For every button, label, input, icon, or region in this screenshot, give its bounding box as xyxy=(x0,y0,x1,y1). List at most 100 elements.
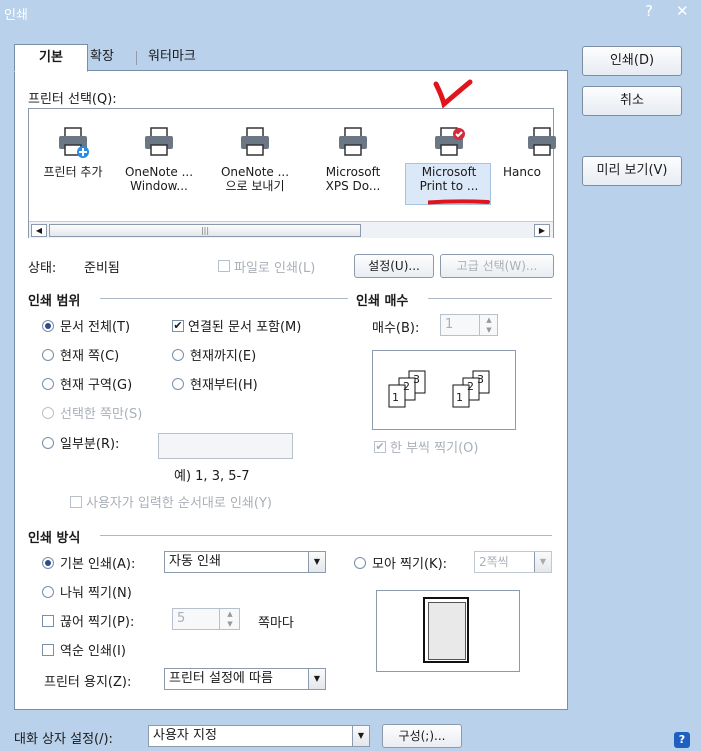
reverse-label: 역순 인쇄(I) xyxy=(60,644,126,659)
scroll-thumb[interactable]: ||| xyxy=(49,224,361,237)
current-section-radio[interactable] xyxy=(42,378,54,390)
add-printer-icon xyxy=(59,127,89,158)
printer-select-label: 프린터 선택(Q): xyxy=(28,92,117,107)
settings-button[interactable]: 설정(U)... xyxy=(354,254,434,278)
basic-print-label: 기본 인쇄(A): xyxy=(60,557,136,572)
close-icon[interactable]: ✕ xyxy=(676,2,689,20)
paper-select[interactable]: 프린터 설정에 따름 ▼ xyxy=(164,668,326,690)
partial-label: 일부분(R): xyxy=(60,437,120,452)
divider xyxy=(100,535,552,536)
user-order-checkbox[interactable] xyxy=(70,496,82,508)
help-icon[interactable]: ? xyxy=(674,732,690,748)
tab-basic[interactable]: 기본 xyxy=(14,44,88,72)
page-preview xyxy=(423,597,469,663)
status-label: 상태: xyxy=(28,261,57,276)
cut-label: 끊어 찍기(P): xyxy=(60,615,135,630)
config-button[interactable]: 구성(;)... xyxy=(382,724,462,748)
collate-pages-icon xyxy=(388,370,490,408)
printer-icon xyxy=(145,127,173,156)
paper-label: 프린터 용지(Z): xyxy=(44,675,132,690)
combine-select[interactable]: 2쪽씩 ▼ xyxy=(474,551,552,573)
printer-item-line2: Window... xyxy=(130,179,188,193)
paper-value: 프린터 설정에 따름 xyxy=(169,671,273,686)
title-bar xyxy=(0,0,701,26)
printer-icon xyxy=(339,127,367,156)
collate-page-number: 2 xyxy=(403,380,410,393)
reverse-checkbox[interactable] xyxy=(42,644,54,656)
scroll-left-icon[interactable]: ◀ xyxy=(31,224,47,237)
spinner-arrows-icon[interactable]: ▲ ▼ xyxy=(219,609,240,629)
partial-radio[interactable] xyxy=(42,437,54,449)
up-to-current-radio[interactable] xyxy=(172,349,184,361)
basic-print-value: 자동 인쇄 xyxy=(169,554,221,569)
partial-input[interactable] xyxy=(158,433,293,459)
combine-label: 모아 찍기(K): xyxy=(372,557,448,572)
printer-icon xyxy=(241,127,269,156)
split-label: 나눠 찍기(N) xyxy=(60,586,132,601)
advanced-button[interactable]: 고급 선택(W)... xyxy=(440,254,554,278)
help-icon[interactable]: ? xyxy=(645,2,653,20)
example-text: 예) 1, 3, 5-7 xyxy=(174,469,250,484)
printer-item-line2: XPS Do... xyxy=(325,179,381,193)
combine-radio[interactable] xyxy=(354,557,366,569)
tab-divider xyxy=(136,51,137,65)
include-linked-label: 연결된 문서 포함(M) xyxy=(188,320,302,335)
collate-checkbox[interactable]: ✔ xyxy=(374,441,386,453)
printer-item-onenote-windows[interactable]: OneNote ... Window... xyxy=(117,119,201,193)
scroll-right-icon[interactable]: ▶ xyxy=(534,224,550,237)
dialog-setting-select[interactable]: 사용자 지정 ▼ xyxy=(148,725,370,747)
selected-pages-radio[interactable] xyxy=(42,407,54,419)
collate-page-number: 3 xyxy=(477,373,484,386)
cut-spinner[interactable]: 5 ▲ ▼ xyxy=(172,608,240,630)
page-inner xyxy=(428,602,466,660)
all-radio[interactable] xyxy=(42,320,54,332)
horizontal-scrollbar[interactable]: ◀ ||| ▶ xyxy=(29,221,553,238)
print-button[interactable]: 인쇄(D) xyxy=(582,46,682,76)
split-radio[interactable] xyxy=(42,586,54,598)
copies-title: 인쇄 매수 xyxy=(356,294,409,309)
copies-value: 1 xyxy=(445,317,454,332)
current-section-label: 현재 구역(G) xyxy=(60,378,133,393)
spinner-arrows-icon[interactable]: ▲ ▼ xyxy=(479,315,498,335)
red-annotation xyxy=(428,79,490,205)
dialog-setting-value: 사용자 지정 xyxy=(153,728,217,743)
copies-spinner[interactable]: 1 ▲ ▼ xyxy=(440,314,498,336)
all-label: 문서 전체(T) xyxy=(60,320,131,335)
collate-label: 한 부씩 찍기(O) xyxy=(390,441,479,456)
preview-button[interactable]: 미리 보기(V) xyxy=(582,156,682,186)
print-method-title: 인쇄 방식 xyxy=(28,531,81,546)
tab-watermark[interactable]: 워터마크 xyxy=(138,44,206,70)
divider xyxy=(428,298,552,299)
divider xyxy=(100,298,348,299)
printer-item-xps[interactable]: Microsoft XPS Do... xyxy=(311,119,395,193)
from-current-radio[interactable] xyxy=(172,378,184,390)
printer-item-hancom[interactable]: Hanco xyxy=(497,119,559,179)
printer-item-line1: Hanco xyxy=(503,165,541,179)
printer-item-add[interactable]: 프린터 추가 xyxy=(31,119,115,179)
copies-label: 매수(B): xyxy=(372,321,420,336)
current-page-radio[interactable] xyxy=(42,349,54,361)
printer-item-onenote-send[interactable]: OneNote ... 으로 보내기 xyxy=(213,119,297,193)
chevron-down-icon[interactable]: ▼ xyxy=(352,726,369,746)
chevron-down-icon[interactable]: ▼ xyxy=(308,552,325,572)
include-linked-checkbox[interactable]: ✔ xyxy=(172,320,184,332)
print-to-file-label: 파일로 인쇄(L) xyxy=(234,261,316,276)
cancel-button[interactable]: 취소 xyxy=(582,86,682,116)
layout-preview xyxy=(376,590,520,672)
chevron-down-icon[interactable]: ▼ xyxy=(308,669,325,689)
basic-print-radio[interactable] xyxy=(42,557,54,569)
basic-print-select[interactable]: 자동 인쇄 ▼ xyxy=(164,551,326,573)
chevron-down-icon[interactable]: ▼ xyxy=(534,552,551,572)
print-to-file-checkbox[interactable] xyxy=(218,260,230,272)
printer-item-line1: 프린터 추가 xyxy=(43,165,103,179)
cut-checkbox[interactable] xyxy=(42,615,54,627)
collate-page-number: 1 xyxy=(456,391,463,404)
collate-page-number: 2 xyxy=(467,380,474,393)
collate-page-number: 1 xyxy=(392,391,399,404)
selected-pages-label: 선택한 쪽만(S) xyxy=(60,407,143,422)
up-to-current-label: 현재까지(E) xyxy=(190,349,257,364)
printer-item-line1: OneNote ... xyxy=(220,165,290,179)
combine-value: 2쪽씩 xyxy=(479,555,509,569)
window-title: 인쇄 xyxy=(4,8,28,23)
print-range-title: 인쇄 범위 xyxy=(28,294,81,309)
